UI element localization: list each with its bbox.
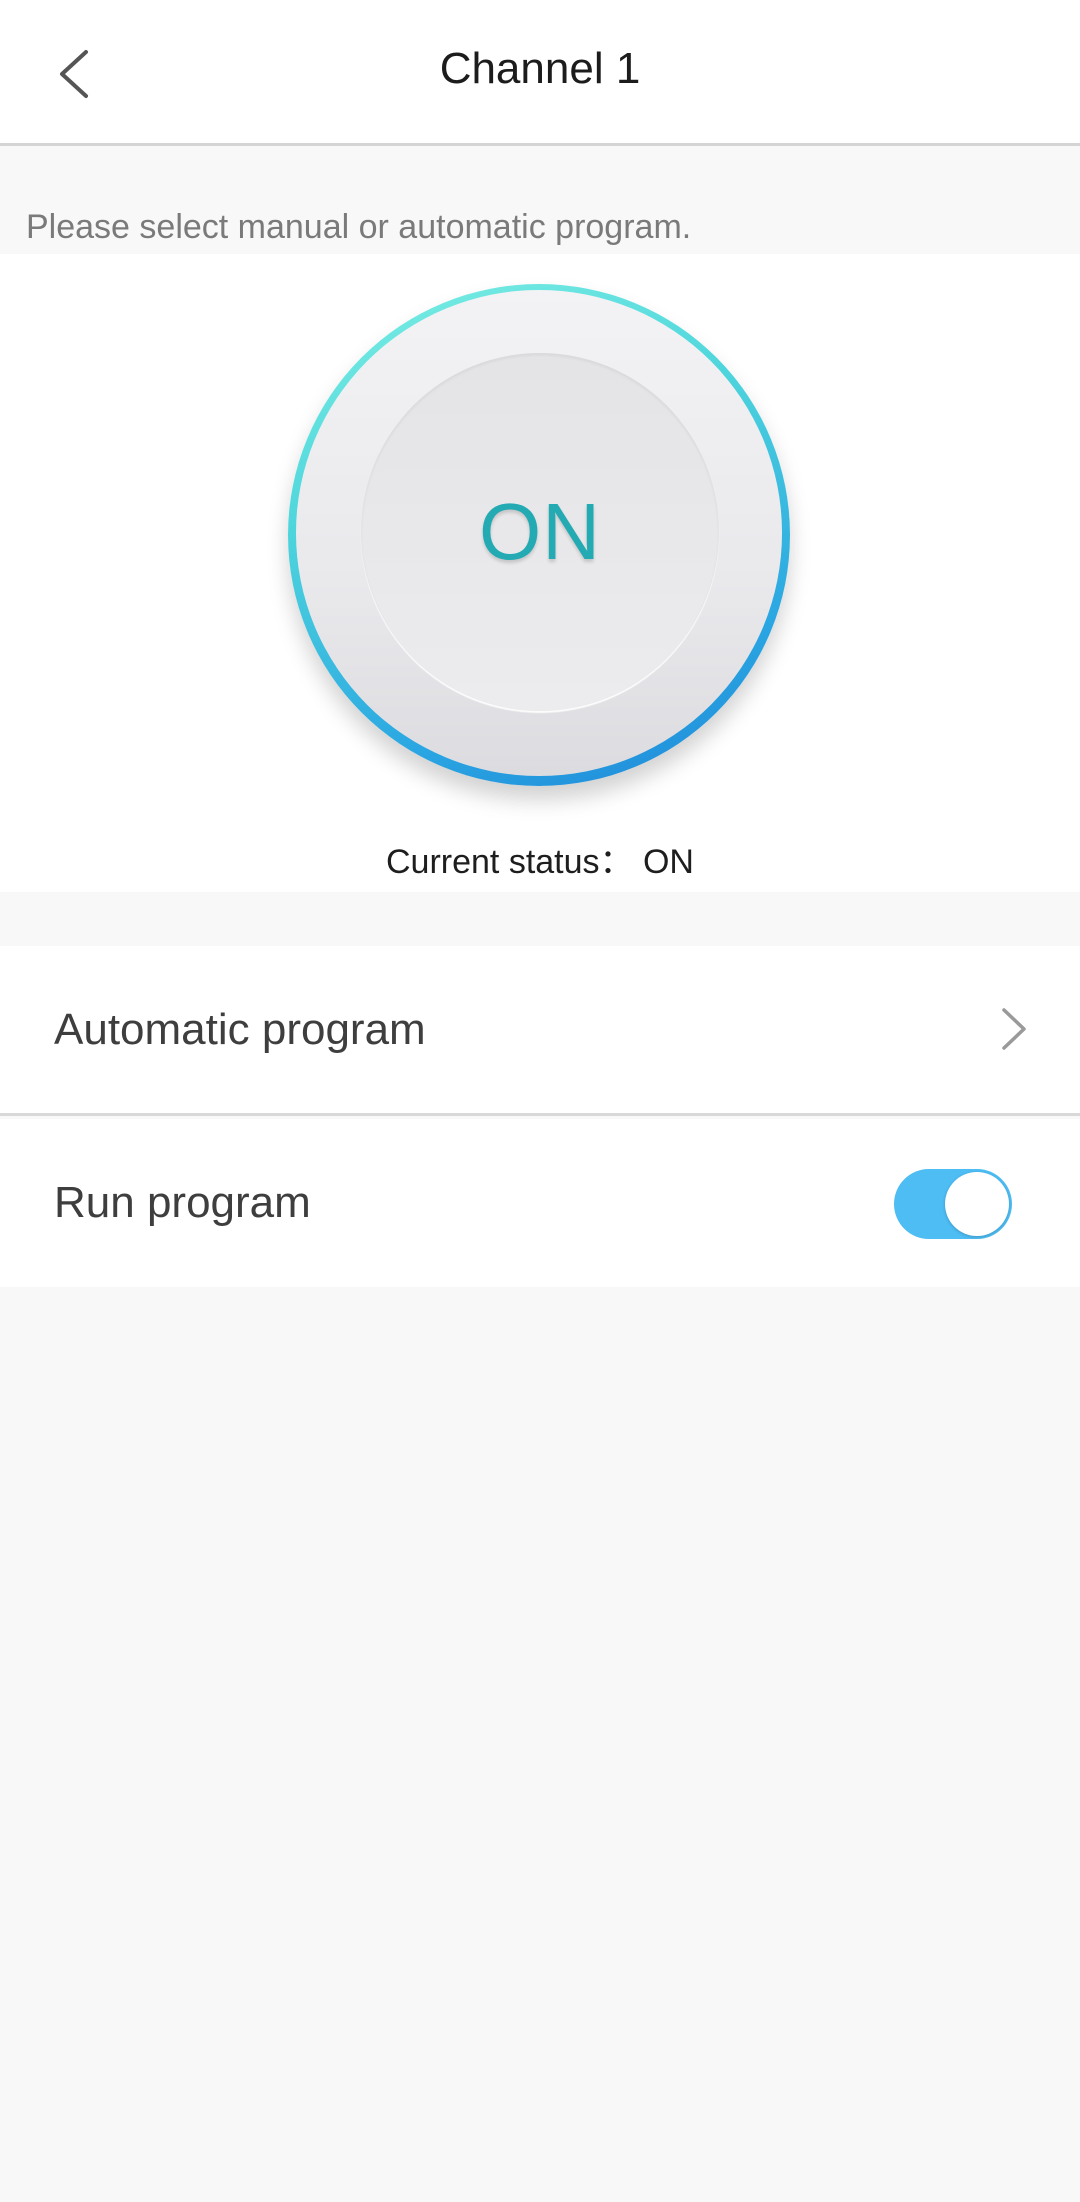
instruction-text: Please select manual or automatic progra… bbox=[26, 208, 692, 246]
current-status-text: Current status： ON bbox=[386, 843, 694, 881]
toggle-knob bbox=[945, 1172, 1009, 1236]
page-title: Channel 1 bbox=[439, 44, 641, 93]
run-program-row: Run program bbox=[0, 1119, 1080, 1287]
run-program-toggle[interactable] bbox=[894, 1169, 1012, 1239]
automatic-program-row[interactable]: Automatic program bbox=[0, 946, 1080, 1116]
dial-section: ON Current status： ON bbox=[0, 254, 1080, 892]
automatic-program-label: Automatic program bbox=[54, 1004, 426, 1054]
run-program-label: Run program bbox=[54, 1178, 311, 1227]
dial-outer-face: ON bbox=[296, 290, 782, 776]
dial-label: ON bbox=[479, 487, 601, 576]
app-header: Channel 1 bbox=[0, 0, 1080, 146]
power-dial-button[interactable]: ON bbox=[288, 284, 790, 786]
chevron-right-icon bbox=[1002, 1008, 1026, 1050]
dial-inner-face: ON bbox=[361, 353, 719, 711]
